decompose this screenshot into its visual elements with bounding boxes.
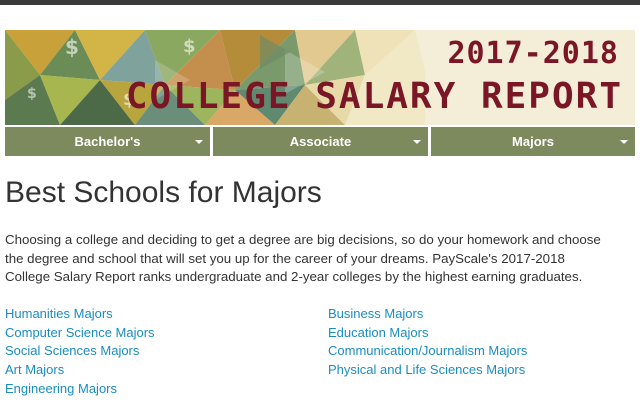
svg-text:$: $	[65, 35, 79, 59]
nav-bachelors-dropdown[interactable]: Bachelor's	[5, 127, 210, 156]
caret-down-icon	[195, 140, 203, 144]
svg-text:$: $	[183, 36, 196, 57]
nav-majors-label: Majors	[512, 134, 554, 149]
top-bar	[0, 0, 640, 5]
link-computer-science-majors[interactable]: Computer Science Majors	[5, 324, 305, 343]
link-physical-life-sciences-majors[interactable]: Physical and Life Sciences Majors	[328, 361, 628, 380]
report-banner: $ $ $ $ 2017-2018 COLLEGE SALARY REPORT	[5, 30, 635, 125]
caret-down-icon	[413, 140, 421, 144]
nav-majors-dropdown[interactable]: Majors	[431, 127, 635, 156]
page-title: Best Schools for Majors	[5, 176, 322, 209]
majors-links-right: Business Majors Education Majors Communi…	[328, 305, 628, 380]
link-art-majors[interactable]: Art Majors	[5, 361, 305, 380]
link-engineering-majors[interactable]: Engineering Majors	[5, 380, 305, 399]
link-education-majors[interactable]: Education Majors	[328, 324, 628, 343]
link-business-majors[interactable]: Business Majors	[328, 305, 628, 324]
link-social-sciences-majors[interactable]: Social Sciences Majors	[5, 342, 305, 361]
link-humanities-majors[interactable]: Humanities Majors	[5, 305, 305, 324]
intro-paragraph: Choosing a college and deciding to get a…	[5, 232, 601, 285]
nav-bachelors-label: Bachelor's	[74, 134, 141, 149]
nav-associate-dropdown[interactable]: Associate	[213, 127, 428, 156]
nav-associate-label: Associate	[289, 134, 352, 149]
banner-year: 2017-2018	[447, 36, 619, 71]
svg-text:$: $	[27, 86, 37, 102]
majors-links-left: Humanities Majors Computer Science Major…	[5, 305, 305, 399]
caret-down-icon	[620, 140, 628, 144]
report-nav: Bachelor's Associate Majors	[5, 127, 635, 156]
banner-title: COLLEGE SALARY REPORT	[125, 76, 623, 117]
link-communication-journalism-majors[interactable]: Communication/Journalism Majors	[328, 342, 628, 361]
